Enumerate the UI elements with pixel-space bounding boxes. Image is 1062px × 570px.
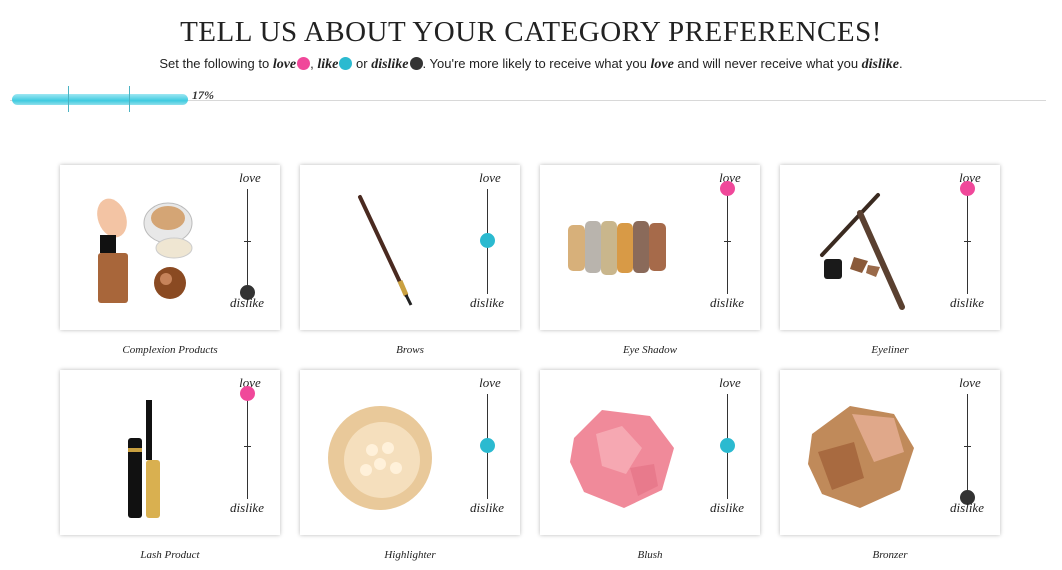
slider-label-love: love: [239, 170, 261, 185]
instructions: Set the following to love, like or disli…: [0, 56, 1062, 73]
eye-shadow-swatches-image: [550, 173, 690, 323]
preference-slider[interactable]: love dislike: [225, 370, 275, 535]
mascara-image: [70, 378, 210, 528]
complexion-products-image: [70, 173, 210, 323]
period-text: .: [899, 56, 903, 71]
preference-slider[interactable]: love dislike: [705, 370, 755, 535]
category-card: love dislike Blush: [540, 370, 760, 570]
category-card: love dislike Eyeliner: [780, 165, 1000, 365]
progress-indicator: 17%: [10, 86, 1046, 112]
preference-slider[interactable]: love dislike: [945, 370, 995, 535]
slider-knob-like[interactable]: [720, 438, 735, 453]
slider-knob-love[interactable]: [240, 386, 255, 401]
slider-knob-like[interactable]: [480, 438, 495, 453]
category-name: Blush: [637, 549, 663, 561]
slider-label-dislike: dislike: [230, 295, 264, 310]
instructions-middle: . You're more likely to receive what you: [422, 56, 651, 71]
instructions-prefix: Set the following to: [159, 56, 273, 71]
highlighter-powder-image: [310, 378, 450, 528]
like-word: like: [317, 57, 339, 72]
blush-powder-image: [550, 378, 690, 528]
slider-midpoint-tick: [724, 241, 731, 242]
category-name: Eye Shadow: [622, 344, 678, 356]
category-card-highlighter: love dislike: [300, 370, 520, 535]
progress-percent: 17%: [192, 88, 214, 102]
slider-label-dislike: dislike: [950, 295, 984, 310]
category-name: Highlighter: [384, 549, 436, 561]
category-card-eye-shadow: love dislike: [540, 165, 760, 330]
love-word: love: [272, 57, 297, 72]
slider-label-dislike: dislike: [470, 295, 504, 310]
like-dot-icon: [339, 57, 353, 70]
category-card: love dislike Bronzer: [780, 370, 1000, 570]
category-card: love dislike Brows: [300, 165, 520, 365]
progress-tick: [129, 86, 130, 112]
slider-midpoint-tick: [244, 446, 251, 447]
slider-label-love: love: [959, 375, 981, 390]
category-card: love dislike Highlighter: [300, 370, 520, 570]
category-card: love dislike Complexion Products: [60, 165, 280, 365]
category-card: love dislike Lash Product: [60, 370, 280, 570]
category-card-eyeliner: love dislike: [780, 165, 1000, 330]
category-name: Eyeliner: [871, 344, 909, 356]
dislike-word-2: dislike: [861, 57, 900, 72]
preference-slider[interactable]: love dislike: [945, 165, 995, 330]
slider-label-love: love: [719, 375, 741, 390]
progress-fill: [12, 94, 188, 105]
category-card-lash-product: love dislike: [60, 370, 280, 535]
bronzer-powder-image: [790, 378, 930, 528]
slider-midpoint-tick: [964, 446, 971, 447]
love-dot-icon: [297, 57, 311, 70]
preference-slider[interactable]: love dislike: [225, 165, 275, 330]
comma-text: ,: [310, 56, 314, 71]
eyeliner-pencils-image: [790, 173, 930, 323]
category-name: Lash Product: [140, 549, 200, 561]
progress-tick: [68, 86, 69, 112]
slider-knob-like[interactable]: [480, 233, 495, 248]
instructions-end: and will never receive what you: [673, 56, 862, 71]
dislike-dot-icon: [409, 57, 423, 70]
slider-label-dislike: dislike: [710, 500, 744, 515]
category-card-complexion-products: love dislike: [60, 165, 280, 330]
love-word-2: love: [650, 57, 674, 72]
category-card-brows: love dislike: [300, 165, 520, 330]
category-card-blush: love dislike: [540, 370, 760, 535]
brow-pencil-image: [310, 173, 450, 323]
category-name: Bronzer: [872, 549, 908, 561]
slider-label-dislike: dislike: [950, 500, 984, 515]
slider-label-love: love: [479, 170, 501, 185]
slider-label-dislike: dislike: [710, 295, 744, 310]
slider-knob-love[interactable]: [960, 181, 975, 196]
slider-label-dislike: dislike: [230, 500, 264, 515]
slider-midpoint-tick: [964, 241, 971, 242]
preference-slider[interactable]: love dislike: [465, 165, 515, 330]
slider-midpoint-tick: [244, 241, 251, 242]
category-card-bronzer: love dislike: [780, 370, 1000, 535]
slider-label-dislike: dislike: [470, 500, 504, 515]
page-title: TELL US ABOUT YOUR CATEGORY PREFERENCES!: [180, 16, 882, 48]
category-grid: love dislike Complexion Products love di…: [60, 165, 1020, 565]
slider-label-love: love: [479, 375, 501, 390]
dislike-word: dislike: [371, 57, 409, 72]
category-name: Complexion Products: [122, 344, 218, 356]
preference-slider[interactable]: love dislike: [465, 370, 515, 535]
category-name: Brows: [396, 344, 424, 356]
preference-slider[interactable]: love dislike: [705, 165, 755, 330]
slider-knob-love[interactable]: [720, 181, 735, 196]
or-text: or: [352, 56, 372, 71]
category-card: love dislike Eye Shadow: [540, 165, 760, 365]
